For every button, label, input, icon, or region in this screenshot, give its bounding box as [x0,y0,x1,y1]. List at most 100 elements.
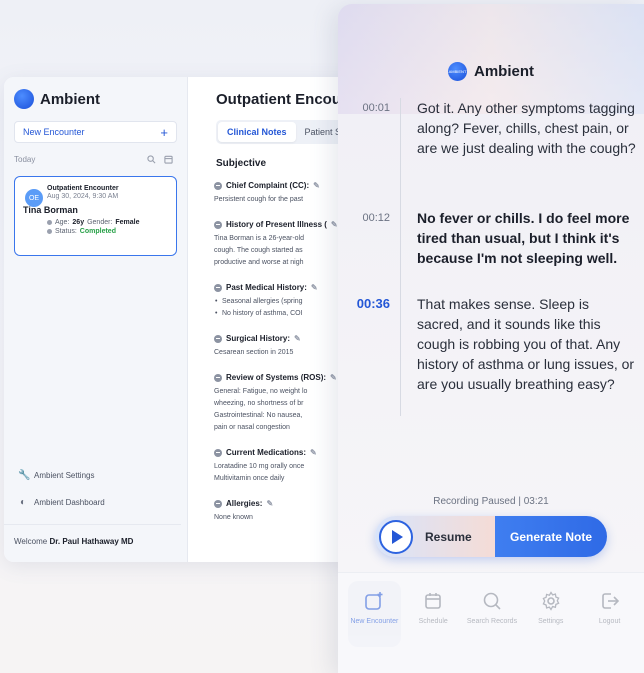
nav-label: Search Records [466,618,518,625]
note-line: None known [214,514,253,521]
resume-button[interactable]: Resume [375,516,495,557]
encounter-date: Aug 30, 2024, 9:30 AM [47,193,119,200]
plus-icon: + [160,124,168,140]
edit-icon[interactable]: ✎ [266,499,273,508]
note-line: Cesarean section in 2015 [214,349,294,356]
edit-icon[interactable]: ✎ [311,283,318,292]
nav-search[interactable]: Search Records [466,581,519,647]
today-row: Today [4,155,177,164]
page-title: Outpatient Encounte [216,91,356,108]
collapse-icon[interactable] [214,283,222,292]
timestamp: 00:12 [362,212,390,224]
note-line: Gastrointestinal: No nausea, [214,412,303,419]
note-line: Loratadine 10 mg orally once [214,463,305,470]
note-body: Loratadine 10 mg orally once Multivitamin… [214,461,356,485]
note-line: cough. The cough started as [214,247,303,254]
collapse-icon[interactable] [214,499,222,508]
new-encounter-icon [365,592,383,610]
patient-demographics: Age: 26y Gender: Female [47,219,168,226]
nav-settings[interactable]: Settings [524,581,577,647]
note-body: Cesarean section in 2015 [214,347,356,359]
collapse-icon[interactable] [214,334,222,343]
timeline-line [400,98,401,416]
note-body: Persistent cough for the past [214,194,356,206]
note-line: General: Fatigue, no weight lo [214,388,308,395]
nav-schedule[interactable]: Schedule [407,581,460,647]
encounter-title: Outpatient Encounter [47,185,119,192]
tab-clinical-notes[interactable]: Clinical Notes [218,122,296,142]
note-heading[interactable]: Surgical History: ✎ [214,334,356,343]
note-heading[interactable]: Review of Systems (ROS): ✎ [214,373,356,382]
note-section: History of Present Illness (✎ Tina Borman… [214,220,356,269]
welcome-text: Welcome Dr. Paul Hathaway MD [14,537,134,546]
logout-icon [601,593,619,609]
encounter-card[interactable]: OE Outpatient Encounter Aug 30, 2024, 9:… [14,176,177,256]
note-line: pain or nasal congestion [214,424,290,431]
note-title: Surgical History: [226,334,291,343]
desktop-window: Ambient New Encounter + Today OE Outpati… [4,77,356,562]
search-icon[interactable] [147,155,156,164]
search-icon [483,592,501,610]
nav-label: New Encounter [350,618,399,625]
note-line: wheezing, no shortness of br [214,400,304,407]
note-section: Past Medical History: ✎ Seasonal allergies… [214,283,356,320]
nav-logout[interactable]: Logout [583,581,636,647]
calendar-icon [425,593,441,609]
collapse-icon[interactable] [214,181,222,190]
note-title: Review of Systems (ROS): [226,373,327,382]
bottom-nav: New Encounter Schedule Search Records Se… [338,572,644,673]
note-section: Allergies: ✎ None known [214,499,356,524]
ambient-settings-link[interactable]: 🔧 Ambient Settings [18,470,177,481]
note-section: Review of Systems (ROS): ✎ General: Fatigu… [214,373,356,434]
note-title: Allergies: [226,499,263,508]
note-heading[interactable]: Chief Complaint (CC): ✎ [214,181,356,190]
collapse-icon[interactable] [214,220,222,229]
patient-name: Tina Borman [23,205,78,215]
generate-note-button[interactable]: Generate Note [495,516,607,557]
note-line: Persistent cough for the past [214,196,304,203]
nav-label: Settings [538,618,564,625]
sidebar-footer: 🔧 Ambient Settings ◐ Ambient Dashboard W… [4,470,181,546]
note-heading[interactable]: History of Present Illness (✎ [214,220,356,229]
new-encounter-button[interactable]: New Encounter + [14,121,177,143]
recording-controls: Resume Generate Note [375,516,607,557]
ambient-dashboard-link[interactable]: ◐ Ambient Dashboard [18,497,177,508]
collapse-icon[interactable] [214,373,222,382]
calendar-icon[interactable] [164,155,173,164]
timestamp: 00:01 [362,102,390,114]
note-bullet: No history of asthma, COI [214,308,356,320]
message-text: Got it. Any other symptoms tagging along… [417,100,636,156]
section-heading: Subjective [216,158,267,169]
ambient-logo-icon: AMBIENT [448,62,467,81]
edit-icon[interactable]: ✎ [313,181,320,190]
note-section: Surgical History: ✎ Cesarean section in 20… [214,334,356,359]
dashboard-icon: ◐ [19,497,27,508]
status-badge: Status: Completed [47,228,168,235]
gear-icon [542,591,560,611]
edit-icon[interactable]: ✎ [330,373,337,382]
message-text: No fever or chills. I do feel more tired… [417,210,630,266]
nav-label: Schedule [418,618,448,625]
tab-bar: Clinical Notes Patient S [216,120,356,144]
edit-icon[interactable]: ✎ [331,220,338,229]
note-heading[interactable]: Past Medical History: ✎ [214,283,356,292]
note-heading[interactable]: Allergies: ✎ [214,499,356,508]
edit-icon[interactable]: ✎ [310,448,317,457]
message-text: That makes sense. Sleep is sacred, and i… [417,296,635,392]
nav-label: Logout [598,618,621,625]
recording-status: Recording Paused | 03:21 [433,496,549,507]
notes-list: Chief Complaint (CC): ✎ Persistent cough f… [214,181,356,524]
play-icon [379,519,413,554]
nav-new-encounter[interactable]: New Encounter [348,581,401,647]
edit-icon[interactable]: ✎ [294,334,301,343]
collapse-icon[interactable] [214,448,222,457]
note-body: General: Fatigue, no weight lo wheezing, … [214,386,356,434]
note-body: Tina Borman is a 26-year-old cough. The c… [214,233,356,269]
note-heading[interactable]: Current Medications: ✎ [214,448,356,457]
brand-name: Ambient [474,63,534,80]
note-line: Multivitamin once daily [214,475,285,482]
note-bullet: Seasonal allergies (spring [214,296,356,308]
timestamp-current: 00:36 [356,296,390,311]
divider [4,524,181,525]
wrench-icon: 🔧 [18,470,31,481]
